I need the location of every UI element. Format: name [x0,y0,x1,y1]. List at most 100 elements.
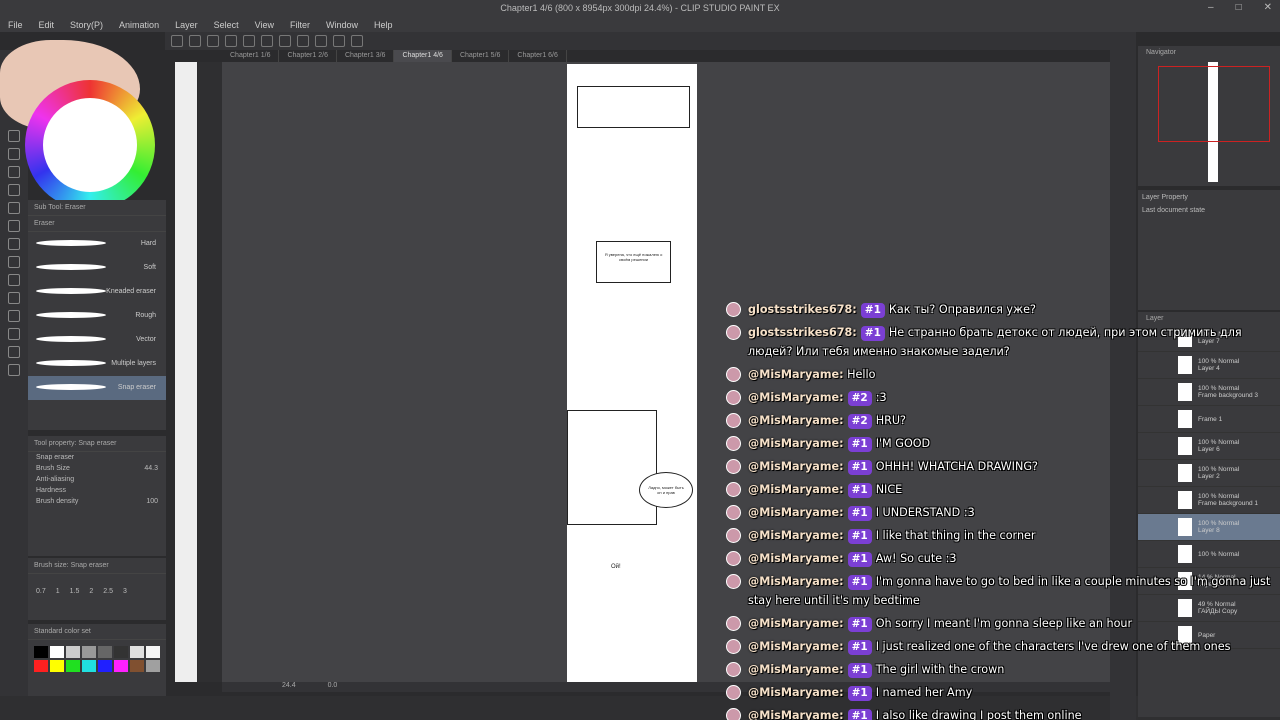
navigator-view-frame[interactable] [1158,66,1270,142]
brush-name: Multiple layers [111,360,156,367]
chat-text: OHHH! WHATCHA DRAWING? [875,460,1038,473]
color-swatch[interactable] [98,660,112,672]
tab-chapter1-4[interactable]: Chapter1 4/6 [394,50,452,62]
subtool-panel: Sub Tool: Eraser Eraser Hard Soft Kneade… [28,200,166,430]
zoom-value[interactable]: 24.4 [282,682,296,689]
tab-chapter1-1[interactable]: Chapter1 1/6 [222,50,280,62]
angle-value[interactable]: 0.0 [328,682,338,689]
brush-multiple-layers[interactable]: Multiple layers [28,352,166,376]
color-swatch[interactable] [130,660,144,672]
chat-rank-badge: #1 [847,663,872,678]
chat-username: @MisMaryame: [748,709,844,720]
new-icon[interactable] [171,35,183,47]
transform-icon[interactable] [279,35,291,47]
size-preset[interactable]: 2.5 [103,588,113,595]
menu-select[interactable]: Select [206,18,247,32]
color-swatch[interactable] [50,660,64,672]
color-swatch[interactable] [66,660,80,672]
save-icon[interactable] [207,35,219,47]
tab-chapter1-2[interactable]: Chapter1 2/6 [279,50,337,62]
brush-density-row[interactable]: Brush density 100 [28,496,166,507]
color-swatch[interactable] [82,646,96,658]
tool-property-panel: Tool property: Snap eraser Snap eraser B… [28,436,166,556]
size-preset[interactable]: 0.7 [36,588,46,595]
chat-message: @MisMaryame: #1 Oh sorry I meant I'm gonna… [722,614,1280,633]
maximize-icon[interactable]: □ [1236,2,1242,13]
size-preset[interactable]: 2 [89,588,93,595]
size-preset[interactable]: 1.5 [70,588,80,595]
menu-view[interactable]: View [247,18,282,32]
snap-ruler-icon[interactable] [315,35,327,47]
color-swatch[interactable] [50,646,64,658]
page-thumbnails[interactable] [175,62,197,682]
brush-rough[interactable]: Rough [28,304,166,328]
snap-grid-icon[interactable] [333,35,345,47]
pencil-tool-icon[interactable] [8,202,20,214]
color-swatch[interactable] [98,646,112,658]
chat-message: @MisMaryame: #2:3 [722,388,1280,407]
frame-tool-icon[interactable] [8,310,20,322]
chat-message: @MisMaryame: #1 OHHH! WHATCHA DRAWING? [722,457,1280,476]
menu-filter[interactable]: Filter [282,18,318,32]
undo-icon[interactable] [225,35,237,47]
manga-page[interactable]: Я уверена, что ещё пожалею о своём решен… [567,64,697,684]
color-swatch[interactable] [82,660,96,672]
color-swatch[interactable] [114,660,128,672]
brush-hard[interactable]: Hard [28,232,166,256]
hardness-row[interactable]: Hardness [28,485,166,496]
color-swatch[interactable] [34,646,48,658]
chat-avatar-icon [726,551,741,566]
brush-snap-eraser[interactable]: Snap eraser [28,376,166,400]
color-swatch[interactable] [146,646,160,658]
color-swatch[interactable] [66,646,80,658]
row-value[interactable]: 44.3 [144,465,158,472]
size-preset[interactable]: 3 [123,588,127,595]
eyedropper-tool-icon[interactable] [8,364,20,376]
close-icon[interactable]: ✕ [1264,2,1272,13]
tab-chapter1-6[interactable]: Chapter1 6/6 [509,50,567,62]
subtool-group[interactable]: Eraser [28,216,166,232]
chat-text: I also like drawing I post them online [875,709,1082,720]
brush-kneaded[interactable]: Kneaded eraser [28,280,166,304]
chat-username: @MisMaryame: [748,617,844,630]
chat-text: Aw! So cute :3 [875,552,957,565]
figure-tool-icon[interactable] [8,292,20,304]
deselect-icon[interactable] [297,35,309,47]
navigator-header: Navigator [1146,49,1176,56]
toolprop-name-label: Snap eraser [36,454,75,461]
minimize-icon[interactable]: – [1208,2,1214,13]
redo-icon[interactable] [243,35,255,47]
brush-soft[interactable]: Soft [28,256,166,280]
gradient-tool-icon[interactable] [8,274,20,286]
tab-chapter1-3[interactable]: Chapter1 3/6 [337,50,395,62]
brush-vector[interactable]: Vector [28,328,166,352]
open-icon[interactable] [189,35,201,47]
color-swatch[interactable] [114,646,128,658]
size-preset[interactable]: 1 [56,588,60,595]
eraser-tool-icon[interactable] [8,238,20,250]
brush-tool-icon[interactable] [8,220,20,232]
chat-text: Oh sorry I meant I'm gonna sleep like an… [875,617,1133,630]
chat-avatar-icon [726,302,741,317]
chat-username: @MisMaryame: [748,552,844,565]
fill-tool-icon[interactable] [8,256,20,268]
panel-eyes [577,86,690,128]
brush-size-row[interactable]: Brush Size 44.3 [28,463,166,474]
menu-layer[interactable]: Layer [167,18,206,32]
menu-window[interactable]: Window [318,18,366,32]
color-swatch[interactable] [34,660,48,672]
color-swatch[interactable] [146,660,160,672]
settings-icon[interactable] [351,35,363,47]
anti-aliasing-row[interactable]: Anti-aliasing [28,474,166,485]
brush-name: Rough [135,312,156,319]
chat-message: @MisMaryame: #2 HRU? [722,411,1280,430]
balloon-tool-icon[interactable] [8,346,20,358]
thumbnail-scrollbar[interactable] [198,62,222,682]
caption-box: Я уверена, что ещё пожалею о своём решен… [596,241,671,283]
row-value[interactable]: 100 [146,498,158,505]
text-tool-icon[interactable] [8,328,20,340]
color-swatch[interactable] [130,646,144,658]
tab-chapter1-5[interactable]: Chapter1 5/6 [452,50,510,62]
clear-icon[interactable] [261,35,273,47]
menu-help[interactable]: Help [366,18,401,32]
